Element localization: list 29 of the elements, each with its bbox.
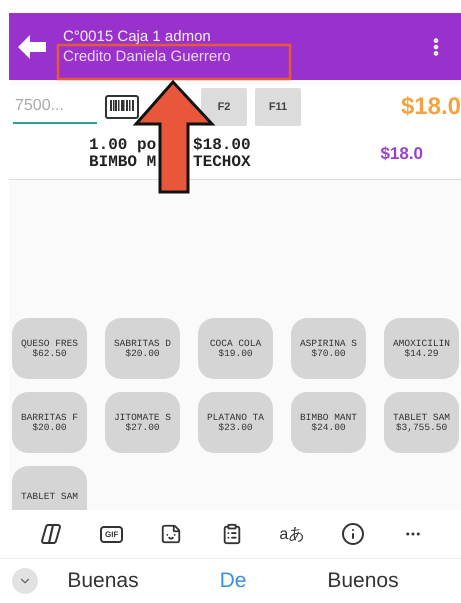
item-quantity: 1.00 po	[89, 137, 158, 154]
gif-button[interactable]: GIF	[100, 526, 124, 542]
item-unit-price: $18.00	[193, 137, 251, 154]
word-suggestion[interactable]: Buenas	[38, 569, 168, 593]
back-arrow-icon[interactable]	[17, 34, 47, 60]
barcode-icon	[105, 95, 139, 119]
product-tile[interactable]: PLATANO TA $23.00	[198, 392, 273, 453]
register-title: C°0015 Caja 1 admon	[63, 28, 212, 45]
item-amount: $18.0	[380, 144, 423, 164]
product-tile[interactable]: AMOXICILIN $14.29	[384, 318, 459, 379]
word-suggestion[interactable]: Buenos	[298, 569, 428, 593]
product-tile[interactable]: SABRITAS D $20.00	[105, 318, 180, 379]
item-name: TECHOX	[193, 154, 251, 171]
product-tile[interactable]: ASPIRINA S $70.00	[291, 318, 366, 379]
product-tile[interactable]: JITOMATE S $27.00	[105, 392, 180, 453]
expand-button[interactable]	[12, 568, 38, 594]
product-tile[interactable]: TABLET SAM $3,755.50	[384, 392, 459, 453]
customer-subtitle: Credito Daniela Guerrero	[63, 48, 232, 65]
search-field[interactable]: 7500...	[13, 90, 97, 124]
function-key[interactable]: F2	[201, 88, 247, 126]
function-key[interactable]: F11	[255, 88, 301, 126]
product-tile[interactable]: QUESO FRES $62.50	[12, 318, 87, 379]
product-tile[interactable]: COCA COLA $19.00	[198, 318, 273, 379]
product-tile[interactable]: BARRITAS F $20.00	[12, 392, 87, 453]
product-tile[interactable]: TABLET SAM	[12, 466, 87, 510]
product-tile[interactable]: BIMBO MANT $24.00	[291, 392, 366, 453]
item-name: BIMBO M	[89, 154, 158, 171]
translate-button[interactable]: aあ	[279, 524, 304, 544]
sale-total: $18.0	[400, 93, 461, 121]
